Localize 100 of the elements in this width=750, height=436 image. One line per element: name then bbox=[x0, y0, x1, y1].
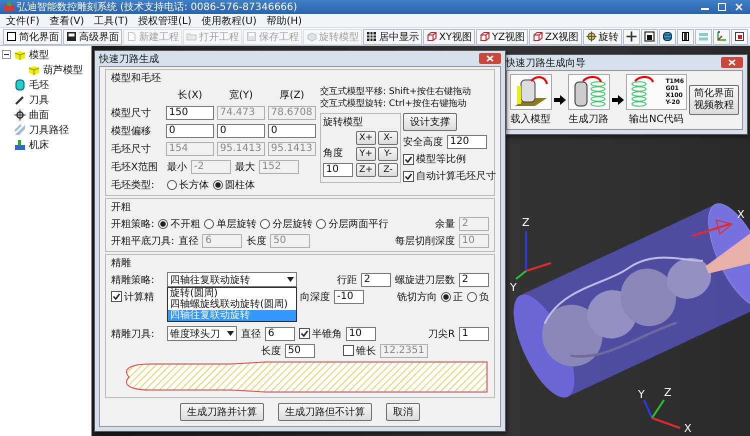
toolbar-button[interactable]: XY视图 bbox=[423, 28, 475, 44]
axis-label: Y bbox=[510, 281, 517, 294]
field-label: 毛坯尺寸 bbox=[111, 142, 152, 156]
hint-text: 交互式模型平移: Shift+按住右键拖动 bbox=[320, 87, 472, 98]
toolbar-button[interactable]: ZX视图 bbox=[528, 28, 582, 44]
dropdown[interactable]: 四轴往复联动旋转 bbox=[167, 272, 297, 287]
checkbox-label: 锥长 bbox=[356, 344, 376, 358]
step-button[interactable] bbox=[510, 74, 552, 110]
menu-item[interactable]: 授权管理(L) bbox=[138, 14, 192, 28]
checkbox[interactable] bbox=[343, 345, 354, 356]
number-field[interactable]: 2 bbox=[361, 272, 391, 286]
number-field[interactable]: 120 bbox=[447, 134, 487, 148]
rotate-button[interactable]: X- bbox=[378, 131, 398, 145]
toolbar-button[interactable]: YZ视图 bbox=[476, 28, 528, 44]
field-label: 螺旋进刀层数 bbox=[395, 274, 455, 286]
tree-item[interactable]: 毛坯 bbox=[29, 78, 49, 92]
menu-item[interactable]: 使用教程(U) bbox=[202, 14, 257, 28]
dialog-button[interactable]: 生成刀路但不计算 bbox=[278, 403, 372, 421]
dialog-button[interactable]: 取消 bbox=[386, 403, 420, 421]
step-label: 生成刀路 bbox=[568, 112, 609, 126]
field-label: 开粗平底刀具: bbox=[111, 234, 174, 248]
checkbox-label: 计算精 bbox=[124, 290, 154, 304]
rotate-button[interactable]: X+ bbox=[356, 131, 376, 145]
radio-button[interactable] bbox=[260, 218, 270, 228]
column-header: 长(X) bbox=[176, 88, 204, 102]
number-field[interactable]: 10 bbox=[346, 326, 376, 340]
field-label: 长度 bbox=[261, 344, 281, 358]
cube-outline-icon bbox=[426, 31, 437, 42]
toolbar-button[interactable]: 旋转 bbox=[582, 28, 622, 44]
number-field[interactable]: 150 bbox=[166, 106, 214, 120]
checkbox-label: 模型等比例 bbox=[416, 152, 466, 166]
design-support-button[interactable]: 设计支撑 bbox=[403, 113, 457, 131]
tree-item[interactable]: 刀具 bbox=[29, 92, 49, 106]
number-field[interactable]: 2 bbox=[459, 272, 489, 286]
tree-item[interactable]: 机床 bbox=[29, 138, 49, 152]
number-field[interactable]: 0 bbox=[217, 124, 265, 138]
field-label: 刀尖R bbox=[428, 328, 455, 340]
close-icon[interactable] bbox=[721, 57, 743, 68]
crosshair-icon bbox=[626, 31, 637, 42]
radio-button[interactable] bbox=[467, 292, 477, 302]
rotate-button[interactable]: Y+ bbox=[356, 147, 376, 161]
tree-item[interactable]: 葫芦模型 bbox=[43, 62, 83, 76]
field-label: 最大 bbox=[235, 160, 255, 174]
checkbox[interactable] bbox=[111, 291, 122, 302]
toolbar-icon-button[interactable] bbox=[622, 28, 640, 44]
number-field[interactable]: -10 bbox=[334, 290, 364, 304]
menu-item[interactable]: 帮助(H) bbox=[266, 14, 302, 28]
field-label: 开粗策略: bbox=[111, 218, 154, 230]
rotate-button[interactable]: Y- bbox=[378, 147, 398, 161]
filled-square-icon bbox=[66, 31, 77, 42]
column-header: 宽(Y) bbox=[228, 88, 254, 102]
checkbox[interactable] bbox=[299, 328, 310, 339]
number-field[interactable]: 6 bbox=[265, 326, 295, 340]
tree-item[interactable]: 曲面 bbox=[29, 108, 49, 122]
caret-icon bbox=[227, 331, 234, 336]
toolbar-button[interactable]: 居中显示 bbox=[363, 28, 422, 44]
number-field[interactable]: 50 bbox=[285, 344, 315, 358]
toolbar-icon-button[interactable] bbox=[658, 28, 676, 44]
toolbar-icon-button[interactable] bbox=[730, 28, 748, 44]
step-button[interactable] bbox=[568, 74, 610, 110]
dialog-button[interactable]: 生成刀路并计算 bbox=[180, 403, 264, 421]
radio-button[interactable] bbox=[213, 180, 223, 190]
group-title: 开粗 bbox=[111, 201, 131, 214]
menu-item[interactable]: 文件(F) bbox=[6, 14, 40, 28]
rotate-button[interactable]: Z+ bbox=[356, 163, 376, 177]
toolbar-button[interactable]: 高级界面 bbox=[63, 28, 122, 44]
number-field[interactable]: 0 bbox=[166, 124, 214, 138]
column-header: 厚(Z) bbox=[278, 88, 306, 102]
field-label: 毛坯X范围 bbox=[111, 160, 159, 174]
number-field[interactable]: 10 bbox=[323, 163, 353, 177]
radio-button[interactable] bbox=[158, 218, 168, 228]
checkbox[interactable] bbox=[403, 170, 414, 182]
app-icon bbox=[4, 2, 14, 12]
radio-button[interactable] bbox=[167, 180, 177, 190]
menu-item[interactable]: 查看(V) bbox=[50, 14, 84, 28]
close-icon[interactable] bbox=[479, 53, 501, 64]
number-field[interactable]: 0 bbox=[268, 124, 316, 138]
field-label: 直径 bbox=[178, 234, 198, 248]
radio-button[interactable] bbox=[441, 292, 451, 302]
dropdown-option[interactable]: 四轴螺旋线联动旋转(圆周) bbox=[168, 299, 296, 310]
tree-item[interactable]: 模型 bbox=[29, 48, 49, 62]
field-label: 最小 bbox=[167, 160, 187, 174]
3d-viewport[interactable] bbox=[92, 46, 750, 436]
radio-button[interactable] bbox=[204, 218, 214, 228]
maximize-icon[interactable] bbox=[715, 2, 729, 12]
expander-icon[interactable] bbox=[2, 50, 11, 59]
checkbox[interactable] bbox=[403, 154, 414, 164]
video-tutorial-button[interactable]: 简化界面 视频教程 bbox=[689, 85, 739, 115]
radio-button[interactable] bbox=[316, 218, 326, 228]
dropdown[interactable]: 锥度球头刀 bbox=[167, 326, 237, 341]
rotate-button[interactable]: Z- bbox=[378, 163, 398, 177]
field-label: 安全高度 bbox=[403, 136, 443, 148]
number-field[interactable]: 1 bbox=[459, 326, 489, 340]
toolbar-icon-button[interactable] bbox=[640, 28, 658, 44]
toolbar-icon-button[interactable] bbox=[676, 28, 694, 44]
toolbar-button[interactable]: 简化界面 bbox=[3, 28, 62, 44]
tree-item[interactable]: 刀具路径 bbox=[29, 122, 69, 136]
radio-label: 分层两面平行 bbox=[328, 218, 388, 230]
dropdown-option[interactable]: 旋转(圆周) bbox=[168, 288, 296, 299]
menu-item[interactable]: 工具(T) bbox=[94, 14, 128, 28]
